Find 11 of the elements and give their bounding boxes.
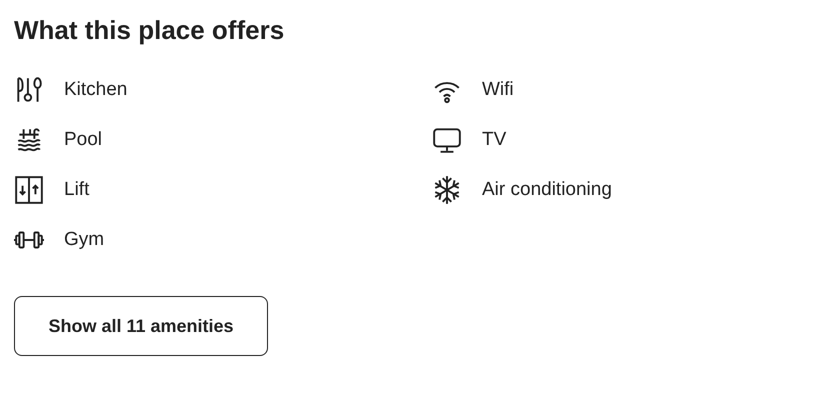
section-heading: What this place offers <box>14 14 284 46</box>
amenity-label: Air conditioning <box>482 179 612 201</box>
amenity-label: TV <box>482 129 506 151</box>
show-all-amenities-button[interactable]: Show all 11 amenities <box>14 296 268 356</box>
lift-icon <box>14 175 44 205</box>
amenity-label: Wifi <box>482 79 514 101</box>
amenity-label: Gym <box>64 229 104 251</box>
snowflake-icon <box>432 175 462 205</box>
amenity-label: Kitchen <box>64 79 128 101</box>
amenity-label: Pool <box>64 129 102 151</box>
amenity-label: Lift <box>64 179 90 201</box>
